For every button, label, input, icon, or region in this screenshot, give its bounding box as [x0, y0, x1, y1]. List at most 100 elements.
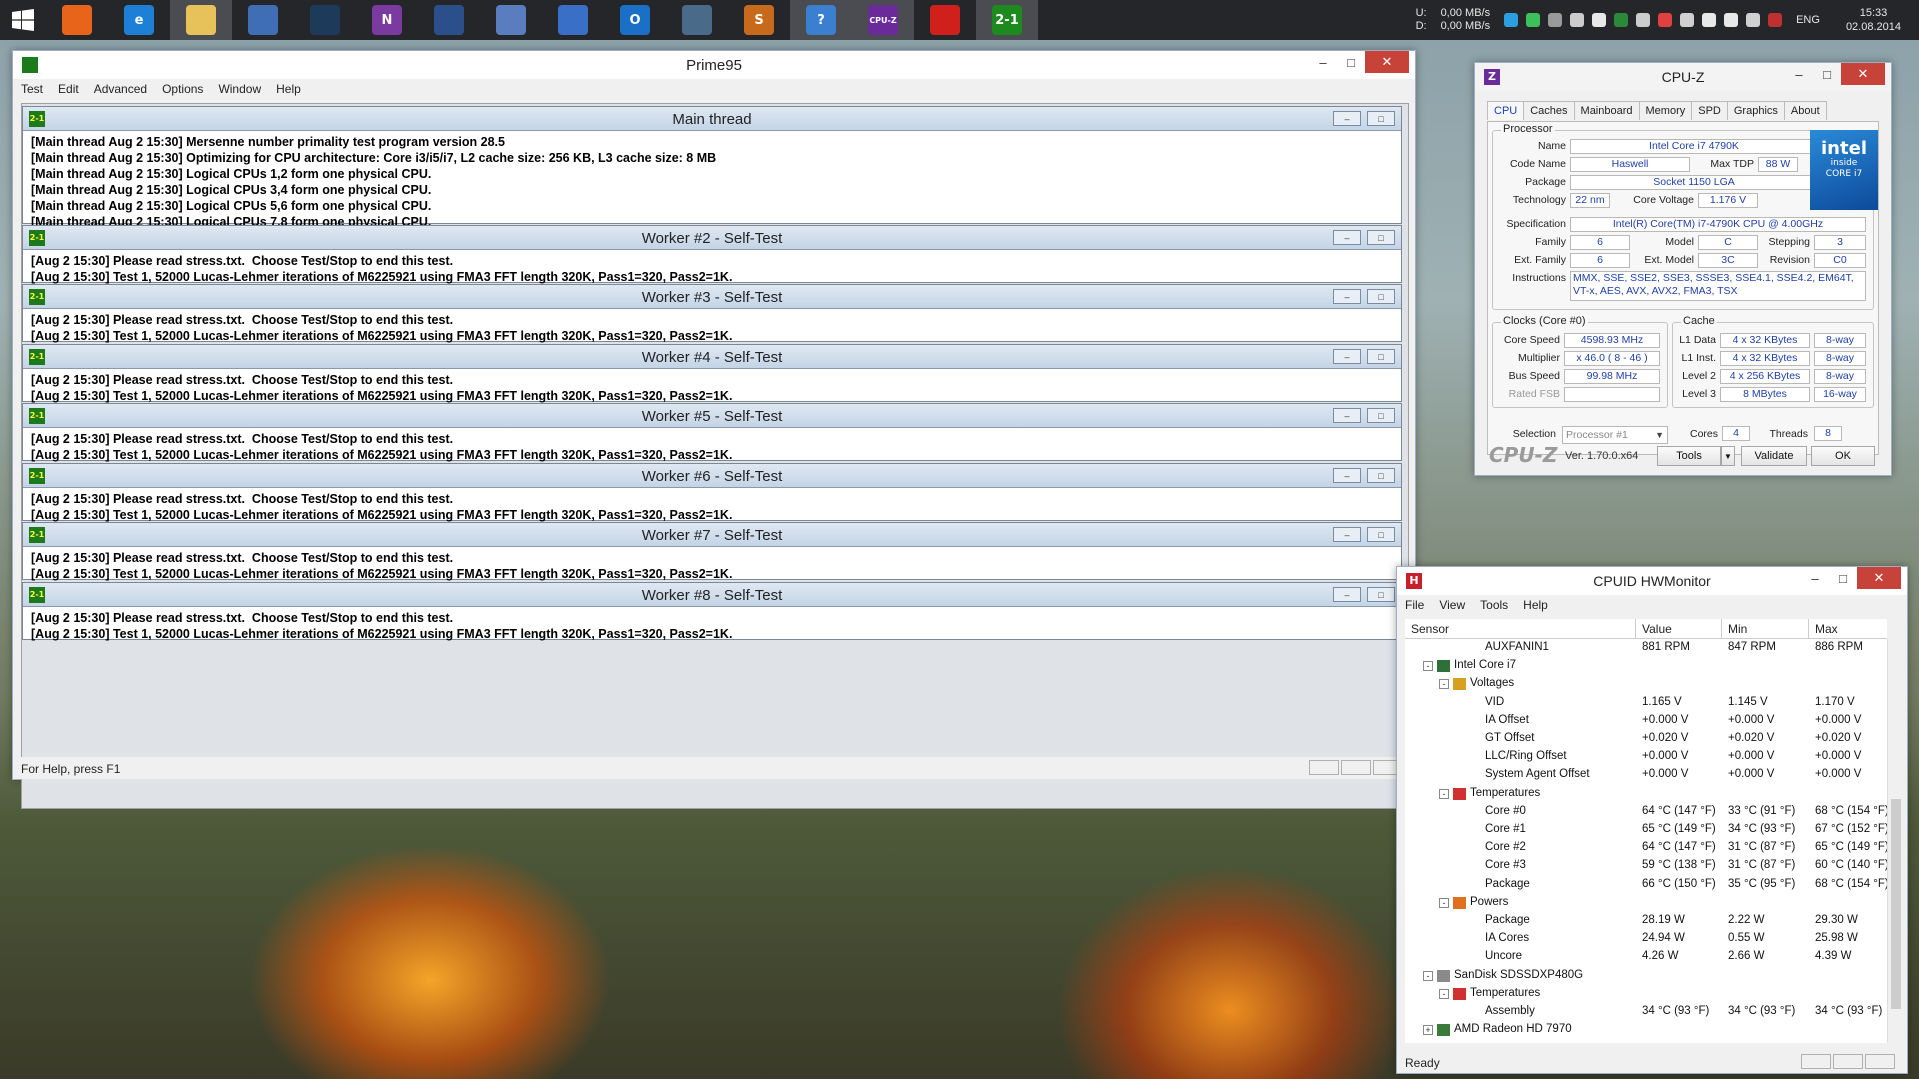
pane-titlebar[interactable]: 2-1 Worker #6 - Self-Test – □ [23, 464, 1401, 488]
pane-maximize-button[interactable]: □ [1367, 468, 1395, 483]
pane-minimize-button[interactable]: – [1333, 468, 1361, 483]
sensor-row[interactable]: System Agent Offset +0.000 V +0.000 V +0.00… [1405, 766, 1887, 784]
tray-icon[interactable] [1548, 13, 1563, 27]
sensor-row[interactable]: Package 28.19 W 2.22 W 29.30 W [1405, 912, 1887, 930]
taskbar-button[interactable]: O [604, 0, 666, 40]
col-min[interactable]: Min [1722, 619, 1809, 638]
sensor-row[interactable]: GT Offset +0.020 V +0.020 V +0.020 V [1405, 730, 1887, 748]
pane-log[interactable]: [Aug 2 15:30] Please read stress.txt. Ch… [23, 250, 1401, 285]
taskbar-button[interactable]: 2-1 [976, 0, 1038, 40]
worker-pane[interactable]: 2-1 Worker #5 - Self-Test – □ [Aug 2 15:30] … [22, 403, 1402, 463]
tab-mainboard[interactable]: Mainboard [1573, 101, 1640, 120]
expand-icon[interactable]: + [1423, 1025, 1433, 1036]
pane-minimize-button[interactable]: – [1333, 408, 1361, 423]
sensor-row[interactable]: Core #1 65 °C (149 °F) 34 °C (93 °F) 67 °C … [1405, 821, 1887, 839]
taskbar-button[interactable]: e [108, 0, 170, 40]
tray-icon[interactable] [1658, 13, 1673, 27]
collapse-icon[interactable]: - [1439, 679, 1449, 690]
pane-log[interactable]: [Aug 2 15:30] Please read stress.txt. Ch… [23, 369, 1401, 404]
taskbar-button[interactable]: S [728, 0, 790, 40]
hwmonitor-titlebar[interactable]: H CPUID HWMonitor – □ ✕ [1397, 567, 1907, 595]
sensor-row[interactable]: Core #0 64 °C (147 °F) 33 °C (91 °F) 68 °C … [1405, 803, 1887, 821]
sensor-row[interactable]: LLC/Ring Offset +0.000 V +0.000 V +0.000 V [1405, 748, 1887, 766]
pane-maximize-button[interactable]: □ [1367, 408, 1395, 423]
tab-memory[interactable]: Memory [1638, 101, 1693, 120]
scrollbar-thumb[interactable] [1891, 799, 1901, 1009]
collapse-icon[interactable]: - [1439, 788, 1449, 799]
pane-titlebar[interactable]: 2-1 Worker #4 - Self-Test – □ [23, 345, 1401, 369]
language-indicator[interactable]: ENG [1796, 14, 1820, 26]
prime95-titlebar[interactable]: Prime95 – □ ✕ [13, 51, 1415, 79]
tab-about[interactable]: About [1783, 101, 1827, 120]
taskbar-button[interactable] [232, 0, 294, 40]
collapse-icon[interactable]: - [1423, 970, 1433, 981]
sensor-row[interactable]: VID 1.165 V 1.145 V 1.170 V [1405, 694, 1887, 712]
sensor-row[interactable]: Uncore 4.26 W 2.66 W 4.39 W [1405, 948, 1887, 966]
sensor-row[interactable]: - Powers [1405, 894, 1887, 912]
col-max[interactable]: Max [1809, 619, 1887, 638]
pane-maximize-button[interactable]: □ [1367, 587, 1395, 602]
cpuz-titlebar[interactable]: Z CPU-Z – □ ✕ [1475, 63, 1891, 91]
taskbar-button[interactable] [914, 0, 976, 40]
menu-tools[interactable]: Tools [1480, 598, 1508, 612]
processor-selection-dropdown[interactable]: Processor #1 ▼ [1562, 426, 1668, 444]
taskbar-button[interactable] [418, 0, 480, 40]
menu-advanced[interactable]: Advanced [94, 82, 147, 96]
sensor-row[interactable]: Core #2 64 °C (147 °F) 31 °C (87 °F) 65 °C … [1405, 839, 1887, 857]
taskbar-button[interactable] [170, 0, 232, 40]
col-sensor[interactable]: Sensor [1405, 619, 1636, 638]
pane-log[interactable]: [Aug 2 15:30] Please read stress.txt. Ch… [23, 428, 1401, 463]
taskbar-button[interactable] [46, 0, 108, 40]
col-value[interactable]: Value [1636, 619, 1722, 638]
pane-log[interactable]: [Aug 2 15:30] Please read stress.txt. Ch… [23, 488, 1401, 523]
tools-button[interactable]: Tools [1657, 446, 1721, 466]
menu-view[interactable]: View [1439, 598, 1465, 612]
tray-icon[interactable] [1526, 13, 1541, 27]
pane-maximize-button[interactable]: □ [1367, 289, 1395, 304]
collapse-icon[interactable]: - [1439, 988, 1449, 999]
collapse-icon[interactable]: - [1439, 897, 1449, 908]
pane-log[interactable]: [Aug 2 15:30] Please read stress.txt. Ch… [23, 309, 1401, 344]
tab-graphics[interactable]: Graphics [1726, 101, 1785, 120]
pane-titlebar[interactable]: 2-1 Worker #3 - Self-Test – □ [23, 285, 1401, 309]
minimize-button[interactable]: – [1309, 51, 1337, 73]
tray-icon[interactable] [1702, 13, 1717, 27]
worker-pane[interactable]: 2-1 Worker #4 - Self-Test – □ [Aug 2 15:30] … [22, 344, 1402, 404]
sensor-row[interactable]: Assembly 34 °C (93 °F) 34 °C (93 °F) 34 °C … [1405, 1003, 1887, 1021]
close-button[interactable]: ✕ [1841, 63, 1885, 85]
collapse-icon[interactable]: - [1423, 661, 1433, 672]
sensor-row[interactable]: - Voltages [1405, 675, 1887, 693]
maximize-button[interactable]: □ [1829, 567, 1857, 589]
worker-pane[interactable]: 2-1 Worker #7 - Self-Test – □ [Aug 2 15:30] … [22, 522, 1402, 582]
sensor-row[interactable]: IA Offset +0.000 V +0.000 V +0.000 V [1405, 712, 1887, 730]
menu-help[interactable]: Help [276, 82, 301, 96]
pane-minimize-button[interactable]: – [1333, 111, 1361, 126]
menu-help[interactable]: Help [1523, 598, 1548, 612]
start-button[interactable] [0, 0, 46, 40]
menu-window[interactable]: Window [218, 82, 261, 96]
menu-edit[interactable]: Edit [58, 82, 79, 96]
validate-button[interactable]: Validate [1741, 446, 1807, 466]
taskbar-button[interactable]: N [356, 0, 418, 40]
sensor-row[interactable]: - Temperatures [1405, 785, 1887, 803]
minimize-button[interactable]: – [1801, 567, 1829, 589]
taskbar-button[interactable] [666, 0, 728, 40]
tab-cpu[interactable]: CPU [1487, 101, 1525, 120]
sensor-scrollbar[interactable] [1887, 639, 1903, 1043]
worker-pane[interactable]: 2-1 Worker #2 - Self-Test – □ [Aug 2 15:30] … [22, 225, 1402, 285]
close-button[interactable]: ✕ [1365, 51, 1409, 73]
tray-icon[interactable] [1636, 13, 1651, 27]
pane-log[interactable]: [Aug 2 15:30] Please read stress.txt. Ch… [23, 547, 1401, 582]
tray-icon[interactable] [1768, 13, 1783, 27]
tray-icon[interactable] [1592, 13, 1607, 27]
menu-file[interactable]: File [1405, 598, 1424, 612]
tools-dropdown-button[interactable]: ▼ [1721, 446, 1735, 466]
worker-pane[interactable]: 2-1 Worker #3 - Self-Test – □ [Aug 2 15:30] … [22, 284, 1402, 344]
ok-button[interactable]: OK [1811, 446, 1875, 466]
menu-test[interactable]: Test [21, 82, 43, 96]
worker-pane[interactable]: 2-1 Worker #8 - Self-Test – □ [Aug 2 15:30] … [22, 582, 1402, 641]
maximize-button[interactable]: □ [1337, 51, 1365, 73]
tab-spd[interactable]: SPD [1691, 101, 1728, 120]
tray-icon[interactable] [1614, 13, 1629, 27]
tab-caches[interactable]: Caches [1523, 101, 1575, 120]
